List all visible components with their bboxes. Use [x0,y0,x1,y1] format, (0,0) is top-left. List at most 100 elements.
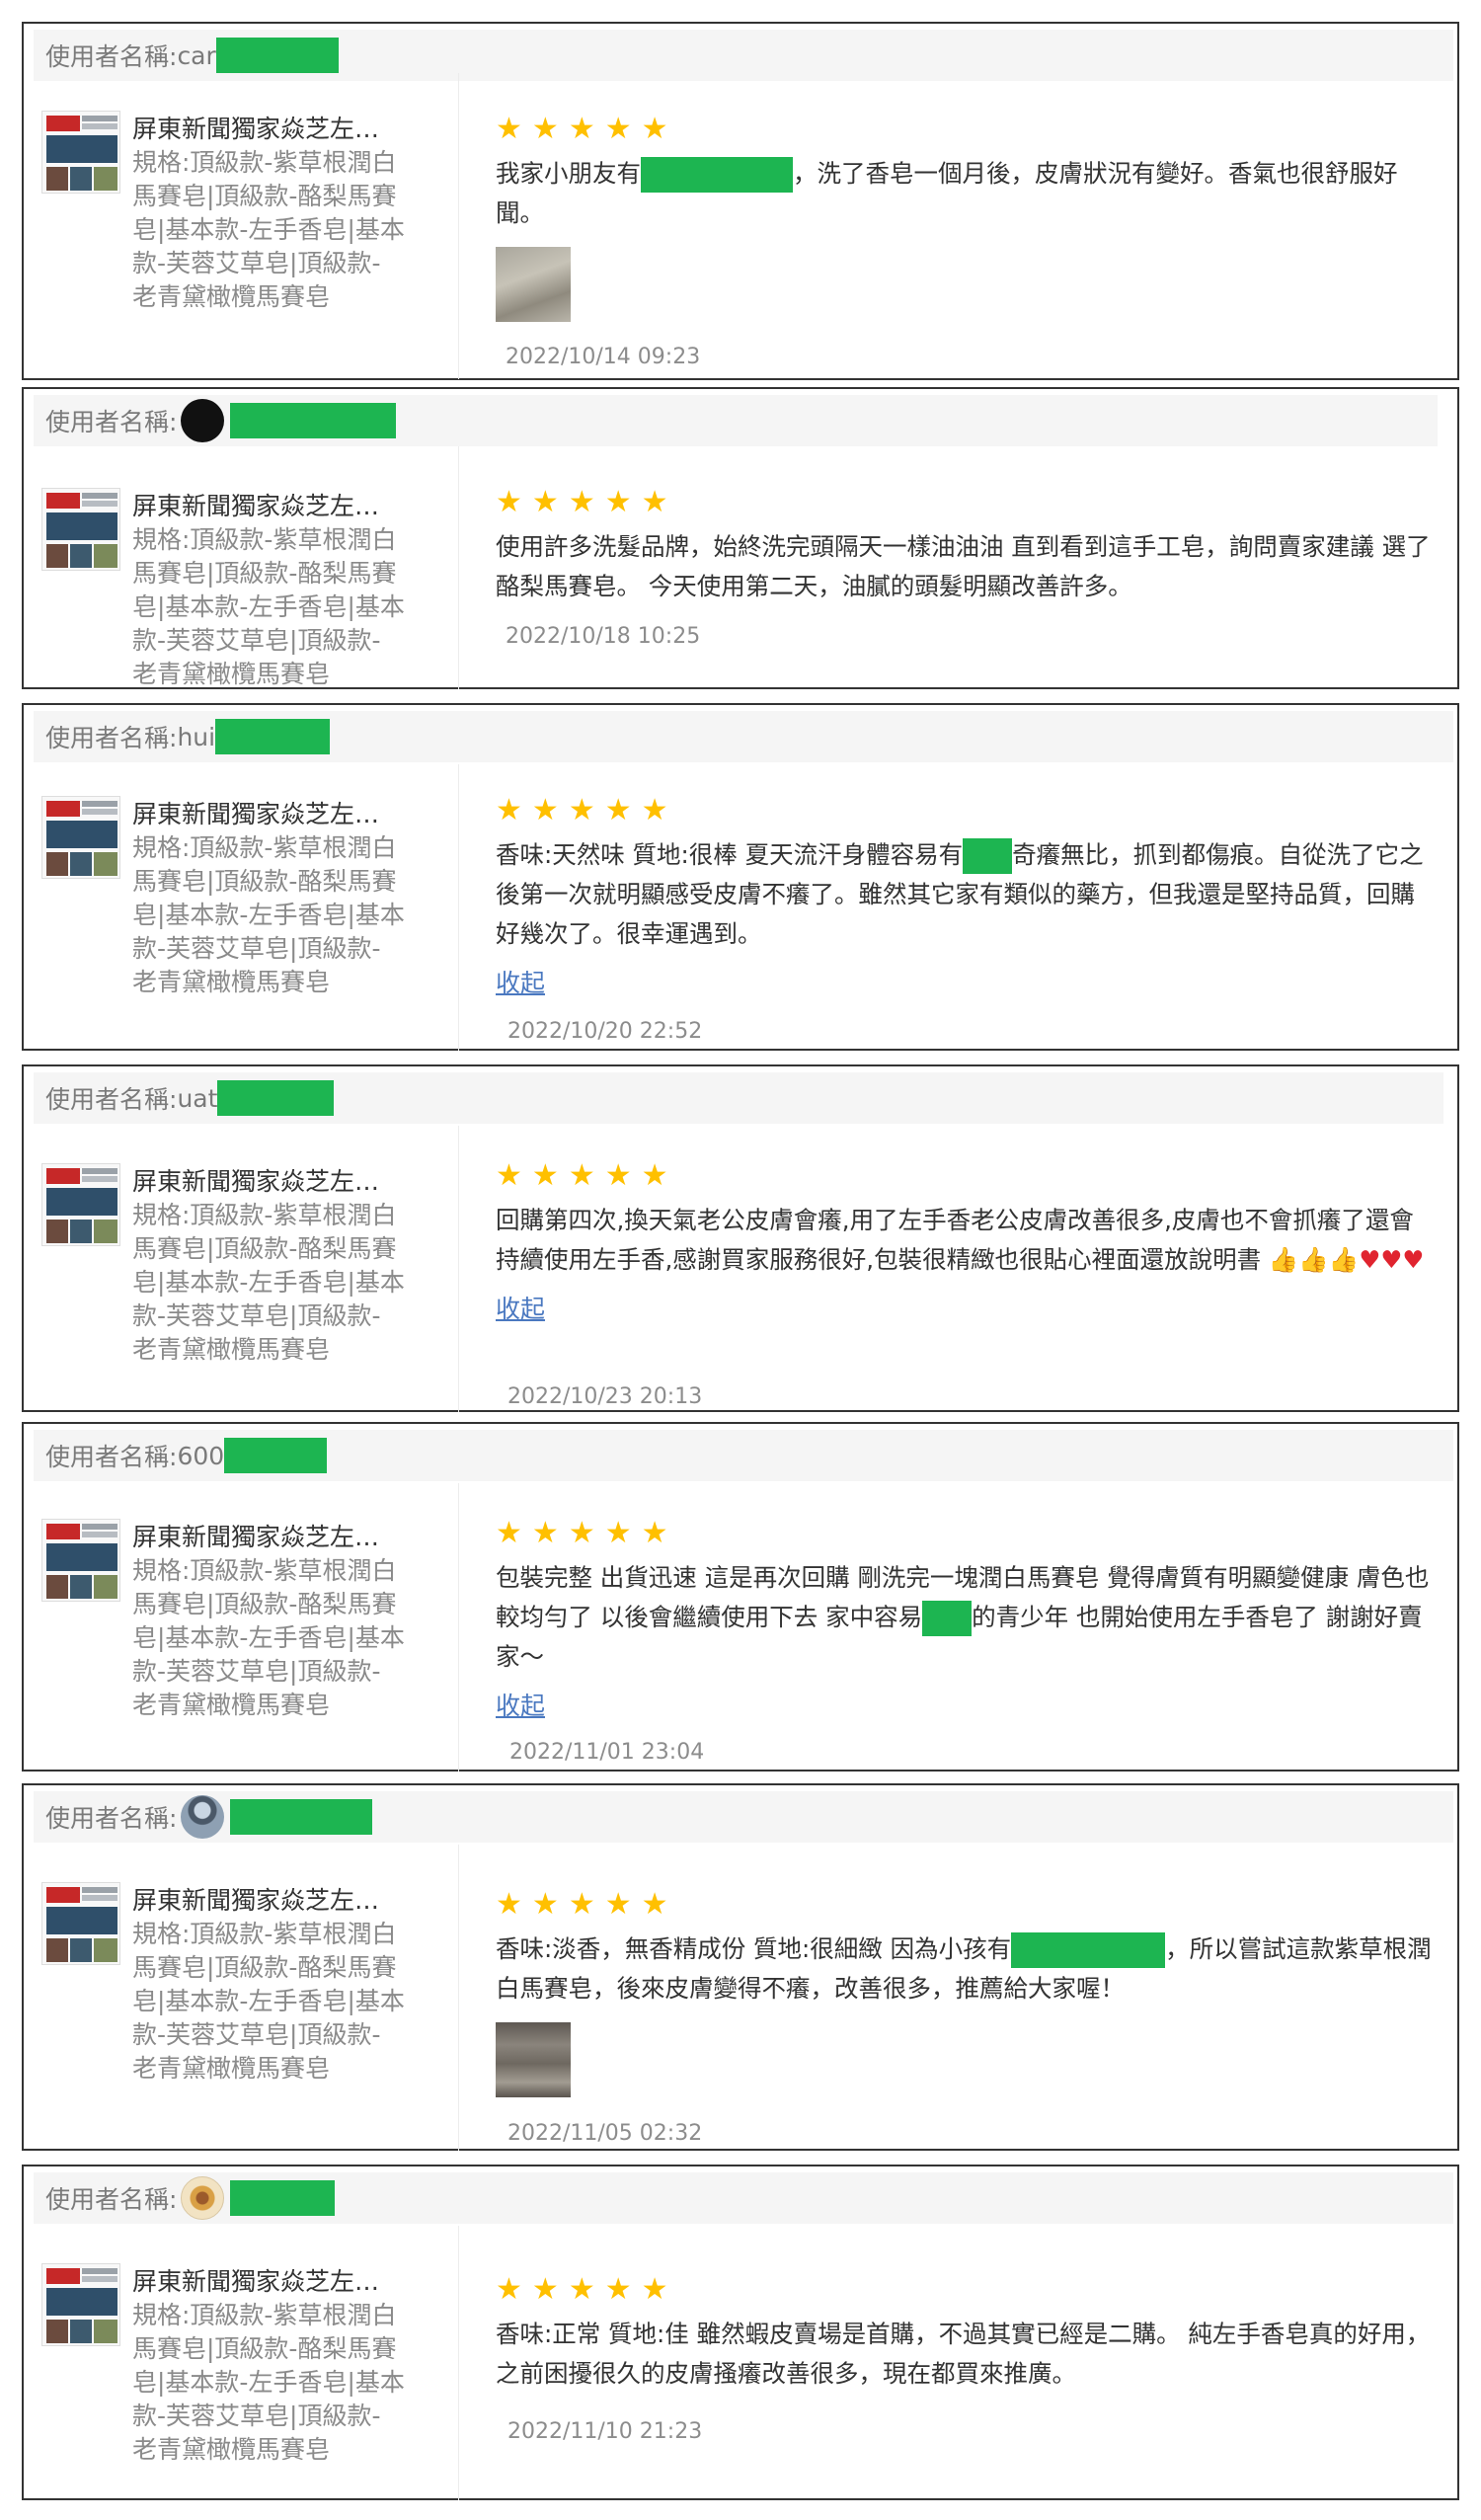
star-icon: ★ [568,1516,595,1550]
username-redaction [230,1799,373,1835]
star-icon: ★ [641,793,668,827]
username: uat [177,1083,218,1113]
username-redaction [215,38,339,73]
star-icon: ★ [568,2272,595,2307]
username-label: 使用者名稱: [45,1804,178,1833]
star-icon: ★ [531,485,559,519]
star-icon: ★ [496,1516,522,1550]
username-label: 使用者名稱: [45,42,178,71]
star-icon: ★ [531,1887,559,1922]
username: hui [177,722,216,751]
collapse-link[interactable]: 收起 [496,1687,545,1722]
product-name: 屏東新聞獨家焱芝左… [132,2267,380,2296]
product-spec: 規格:頂級款-紫草根潤白 馬賽皂|頂級款-酪梨馬賽 皂|基本款-左手香皂|基本 … [132,1201,405,1364]
product-spec: 規格:頂級款-紫草根潤白 馬賽皂|頂級款-酪梨馬賽 皂|基本款-左手香皂|基本 … [132,1920,405,2083]
heart-icon: ♥ [1380,1245,1403,1274]
collapse-link[interactable]: 收起 [496,1290,545,1325]
product-thumbnail[interactable] [41,1163,120,1246]
review-card: 使用者名稱: 屏東新聞獨家焱芝左… 規格:頂級款-紫草根潤白 馬賽皂|頂級款-酪… [22,1783,1459,2151]
star-icon: ★ [641,1516,668,1550]
product-info[interactable]: 屏東新聞獨家焱芝左… 規格:頂級款-紫草根潤白 馬賽皂|頂級款-酪梨馬賽 皂|基… [132,490,429,691]
product-thumbnail[interactable] [41,111,120,194]
star-icon: ★ [496,485,522,519]
review-photo[interactable] [496,2022,571,2097]
review-body: ★ ★ ★ ★ ★ 使用許多洗髮品牌，始終洗完頭隔天一樣油油油 直到看到這手工皂，詢問賣… [496,488,1443,606]
star-icon: ★ [568,485,595,519]
heart-icon: ♥ [1402,1245,1425,1274]
product-info[interactable]: 屏東新聞獨家焱芝左… 規格:頂級款-紫草根潤白 馬賽皂|頂級款-酪梨馬賽 皂|基… [132,798,429,999]
star-rating: ★ ★ ★ ★ ★ [496,1161,1434,1191]
text-redaction [641,157,793,193]
reviewer-header: 使用者名稱: car [34,30,1453,81]
product-thumbnail[interactable] [41,488,120,571]
star-rating: ★ ★ ★ ★ ★ [496,1890,1434,1920]
column-divider [458,764,459,1051]
review-date: 2022/10/20 22:52 [507,1019,703,1044]
reviewer-header: 使用者名稱: [34,395,1438,446]
review-date: 2022/11/01 23:04 [509,1740,705,1765]
product-thumbnail[interactable] [41,796,120,879]
product-thumbnail[interactable] [41,1882,120,1965]
thumbs-up-icon: 👍 [1268,1245,1299,1274]
product-spec: 規格:頂級款-紫草根潤白 馬賽皂|頂級款-酪梨馬賽 皂|基本款-左手香皂|基本 … [132,148,405,311]
review-date: 2022/10/14 09:23 [506,345,701,369]
product-thumbnail[interactable] [41,2263,120,2346]
reviewer-header: 使用者名稱: 600 [34,1430,1453,1481]
reviewer-header: 使用者名稱: [34,1791,1453,1843]
reviewer-header: 使用者名稱: hui [34,711,1453,762]
text-redaction [963,838,1013,874]
review-body: ★ ★ ★ ★ ★ 包裝完整 出貨迅速 這是再次回購 剛洗完一塊潤白馬賽皂 覺得膚質有明… [496,1519,1434,1722]
review-body: ★ ★ ★ ★ ★ 我家小朋友有 ，洗了香皂一個月後，皮膚狀況有變好。香氣也很舒服好聞。 [496,115,1443,322]
product-info[interactable]: 屏東新聞獨家焱芝左… 規格:頂級款-紫草根潤白 馬賽皂|頂級款-酪梨馬賽 皂|基… [132,1521,429,1722]
star-icon: ★ [604,1158,632,1193]
product-spec: 規格:頂級款-紫草根潤白 馬賽皂|頂級款-酪梨馬賽 皂|基本款-左手香皂|基本 … [132,2301,405,2464]
product-name: 屏東新聞獨家焱芝左… [132,800,380,828]
username-redaction [215,719,331,754]
review-date: 2022/11/10 21:23 [507,2419,703,2444]
product-thumbnail[interactable] [41,1519,120,1602]
review-body: ★ ★ ★ ★ ★ 香味:淡香，無香精成份 質地:很細緻 因為小孩有 ，所以嘗試這款紫草根… [496,1890,1434,2097]
star-icon: ★ [531,2272,559,2307]
product-info[interactable]: 屏東新聞獨家焱芝左… 規格:頂級款-紫草根潤白 馬賽皂|頂級款-酪梨馬賽 皂|基… [132,1165,429,1367]
star-icon: ★ [604,2272,632,2307]
thumbs-up-icon: 👍 [1328,1245,1360,1274]
star-icon: ★ [531,793,559,827]
star-icon: ★ [531,1158,559,1193]
review-card: 使用者名稱: 屏東新聞獨家焱芝左… 規格:頂級款-紫草根潤白 馬賽皂|頂級款-酪… [22,2165,1459,2500]
star-icon: ★ [604,485,632,519]
product-name: 屏東新聞獨家焱芝左… [132,115,380,143]
review-body: ★ ★ ★ ★ ★ 香味:正常 質地:佳 雖然蝦皮賣場是首購，不過其實已經是二購。 純左… [496,2275,1434,2394]
review-text: 包裝完整 出貨迅速 這是再次回購 剛洗完一塊潤白馬賽皂 覺得膚質有明顯變健康 膚… [496,1563,1430,1671]
username-redaction [230,2180,336,2216]
review-text: 回購第四次,換天氣老公皮膚會癢,用了左手香老公皮膚改善很多,皮膚也不會抓癢了還會… [496,1206,1425,1274]
review-card: 使用者名稱: hui 屏東新聞獨家焱芝左… 規格:頂級款-紫草根潤白 馬賽皂|頂… [22,703,1459,1051]
reviewer-header: 使用者名稱: uat [34,1072,1443,1124]
review-card: 使用者名稱: car 屏東新聞獨家焱芝左… 規格:頂級款-紫草根潤白 馬賽皂|頂… [22,22,1459,380]
star-icon: ★ [531,1516,559,1550]
column-divider [458,446,459,689]
product-name: 屏東新聞獨家焱芝左… [132,1167,380,1196]
star-icon: ★ [604,1516,632,1550]
product-info[interactable]: 屏東新聞獨家焱芝左… 規格:頂級款-紫草根潤白 馬賽皂|頂級款-酪梨馬賽 皂|基… [132,2265,429,2467]
collapse-link[interactable]: 收起 [496,964,545,999]
username-redaction [217,1080,335,1116]
review-photo[interactable] [496,247,571,322]
product-name: 屏東新聞獨家焱芝左… [132,1886,380,1915]
review-text: 香味:正常 質地:佳 雖然蝦皮賣場是首購，不過其實已經是二購。 純左手香皂真的好… [496,2320,1431,2388]
product-spec: 規格:頂級款-紫草根潤白 馬賽皂|頂級款-酪梨馬賽 皂|基本款-左手香皂|基本 … [132,1556,405,1719]
username-redaction [224,1438,328,1473]
username-label: 使用者名稱: [45,724,178,752]
review-text: 我家小朋友有 ，洗了香皂一個月後，皮膚狀況有變好。香氣也很舒服好聞。 [496,157,1398,227]
username-label: 使用者名稱: [45,2185,178,2214]
product-spec: 規格:頂級款-紫草根潤白 馬賽皂|頂級款-酪梨馬賽 皂|基本款-左手香皂|基本 … [132,525,405,688]
column-divider [458,73,459,379]
review-text: 使用許多洗髮品牌，始終洗完頭隔天一樣油油油 直到看到這手工皂，詢問賣家建議 選了… [496,532,1431,600]
star-rating: ★ ★ ★ ★ ★ [496,115,1443,144]
review-date: 2022/11/05 02:32 [507,2121,703,2146]
reviewer-header: 使用者名稱: [34,2172,1453,2224]
username: 600 [177,1441,225,1470]
product-info[interactable]: 屏東新聞獨家焱芝左… 規格:頂級款-紫草根潤白 馬賽皂|頂級款-酪梨馬賽 皂|基… [132,1884,429,2086]
column-divider [458,1126,459,1412]
product-info[interactable]: 屏東新聞獨家焱芝左… 規格:頂級款-紫草根潤白 馬賽皂|頂級款-酪梨馬賽 皂|基… [132,113,429,314]
heart-icon: ♥ [1359,1245,1381,1274]
